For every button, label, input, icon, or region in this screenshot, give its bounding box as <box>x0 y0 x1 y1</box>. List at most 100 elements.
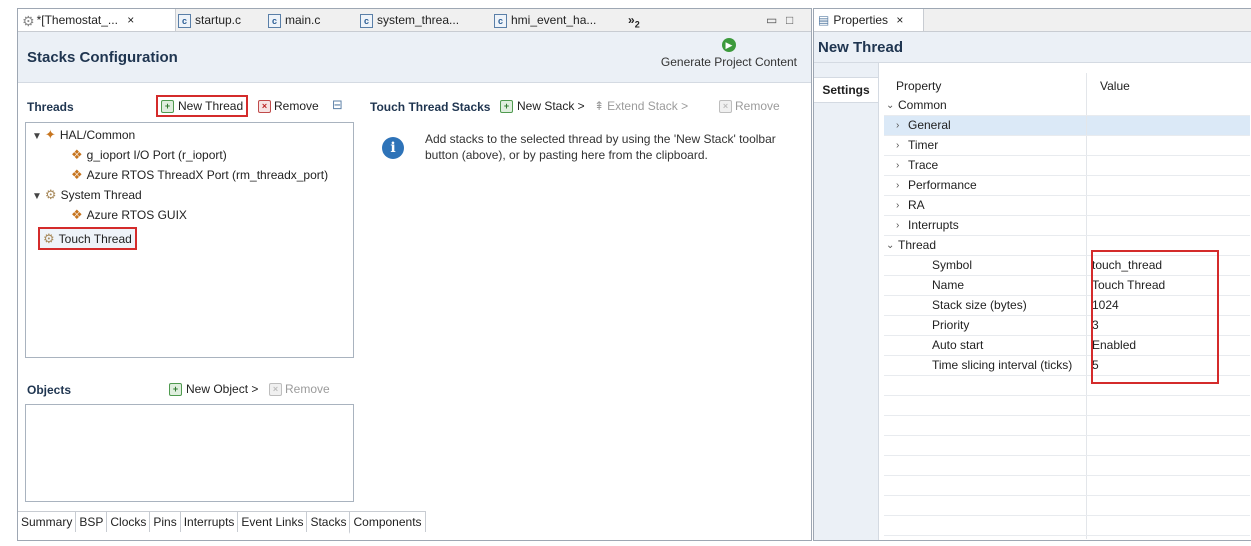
chevron-right-icon[interactable]: › <box>896 216 899 235</box>
cell-divider <box>1086 296 1087 315</box>
empty-property-row <box>884 516 1250 536</box>
property-row[interactable]: ⌄ Common <box>884 96 1250 116</box>
page-title: Stacks Configuration <box>27 49 178 66</box>
tab-overflow-button[interactable]: »2 <box>624 9 640 31</box>
properties-header: New Thread <box>814 32 1251 63</box>
tab-components[interactable]: Components <box>350 512 426 532</box>
chevron-right-icon[interactable]: › <box>896 176 899 195</box>
chevron-down-icon: ▼ <box>32 131 42 142</box>
cell-divider <box>1086 316 1087 335</box>
tab-event-links[interactable]: Event Links <box>238 512 308 532</box>
add-icon: + <box>161 100 174 114</box>
tab-themostat-configuration[interactable]: ⚙ *[Themostat_... × <box>18 9 176 31</box>
new-thread-button[interactable]: + New Thread <box>156 95 249 118</box>
tree-item-g-ioport[interactable]: ❖ g_ioport I/O Port (r_ioport) <box>71 145 227 164</box>
c-file-icon: c <box>178 13 191 28</box>
chevron-right-icon[interactable]: › <box>896 156 899 175</box>
remove-object-button[interactable]: × Remove <box>269 382 330 397</box>
new-stack-button[interactable]: + New Stack > <box>500 99 585 114</box>
info-icon: i <box>382 137 404 159</box>
tab-label: system_threa... <box>377 13 460 27</box>
property-row[interactable]: › RA <box>884 196 1250 216</box>
tab-label: hmi_event_ha... <box>511 13 597 27</box>
property-name: Time slicing interval (ticks) <box>932 358 1073 372</box>
collapse-all-button[interactable]: ⊟ <box>332 97 343 113</box>
tree-item-threadx-port[interactable]: ❖ Azure RTOS ThreadX Port (rm_threadx_por… <box>71 165 328 184</box>
remove-icon: × <box>719 100 732 114</box>
cell-divider <box>1086 136 1087 155</box>
hal-component-icon: ✦ <box>44 127 56 142</box>
editor-tab-bar: ⚙ *[Themostat_... × c startup.c c main.c cs… <box>18 9 811 32</box>
add-icon: + <box>500 100 513 114</box>
tab-hmi-event-handler[interactable]: c hmi_event_ha... <box>490 9 596 31</box>
remove-stack-button[interactable]: × Remove <box>719 99 780 114</box>
tab-settings[interactable]: Settings <box>814 77 878 103</box>
tab-label: Properties <box>833 13 889 27</box>
remove-icon: × <box>269 383 282 397</box>
tree-item-system-thread[interactable]: ▼ ⚙ System Thread <box>32 185 142 204</box>
properties-side-tabs: Settings <box>814 63 879 540</box>
cell-divider <box>1086 196 1087 215</box>
chevron-right-icon[interactable]: › <box>896 196 899 215</box>
remove-label: Remove <box>285 382 330 396</box>
tree-item-azure-rtos-guix[interactable]: ❖ Azure RTOS GUIX <box>71 205 187 224</box>
tab-startup-c[interactable]: c startup.c <box>174 9 241 31</box>
property-row[interactable]: › Trace <box>884 156 1250 176</box>
property-name: Trace <box>908 158 939 172</box>
empty-property-row <box>884 456 1250 476</box>
minimize-button[interactable]: ▭ <box>762 9 777 31</box>
column-header-property[interactable]: Property <box>896 79 941 93</box>
close-icon[interactable]: × <box>896 13 903 27</box>
property-row[interactable]: › Interrupts <box>884 216 1250 236</box>
property-row[interactable]: › Timer <box>884 136 1250 156</box>
properties-tab-bar: ▤ Properties × <box>814 9 1251 32</box>
property-row[interactable]: › Performance <box>884 176 1250 196</box>
remove-label: Remove <box>735 99 780 113</box>
cell-divider <box>1086 176 1087 195</box>
new-object-button[interactable]: + New Object > <box>169 382 258 397</box>
empty-property-row <box>884 396 1250 416</box>
property-name: Performance <box>908 178 977 192</box>
chevron-down-icon[interactable]: ⌄ <box>886 236 894 255</box>
property-row[interactable]: › General <box>884 116 1250 136</box>
maximize-icon: □ <box>786 13 794 27</box>
tab-stacks[interactable]: Stacks <box>307 512 351 534</box>
chevron-right-icon[interactable]: › <box>896 136 899 155</box>
overflow-count: 2 <box>634 19 640 30</box>
stacks-info-text: Add stacks to the selected thread by usi… <box>425 132 776 162</box>
tab-label: main.c <box>285 13 321 27</box>
cell-divider <box>1086 276 1087 295</box>
module-icon: ❖ <box>71 207 83 222</box>
new-thread-label: New Thread <box>178 99 244 113</box>
tab-bsp[interactable]: BSP <box>76 512 108 532</box>
remove-thread-button[interactable]: × Remove <box>258 99 319 114</box>
column-header-value[interactable]: Value <box>1100 79 1130 93</box>
threads-tree: ▼ ✦ HAL/Common ❖ g_ioport I/O Port (r_iopor… <box>25 122 354 358</box>
new-stack-label: New Stack > <box>517 99 585 113</box>
c-file-icon: c <box>268 13 281 28</box>
chevron-down-icon[interactable]: ⌄ <box>886 96 894 115</box>
tab-summary[interactable]: Summary <box>18 512 77 532</box>
threads-title: Threads <box>27 100 74 114</box>
close-icon[interactable]: × <box>127 13 134 27</box>
extend-stack-button[interactable]: ⇞ Extend Stack > <box>594 99 688 113</box>
bottom-tab-bar: Summary BSP Clocks Pins Interrupts Event Link… <box>18 511 426 534</box>
tab-main-c[interactable]: c main.c <box>264 9 320 31</box>
tree-item-hal-common[interactable]: ▼ ✦ HAL/Common <box>32 125 135 144</box>
maximize-button[interactable]: □ <box>782 9 793 31</box>
tree-item-label: Touch Thread <box>58 232 132 246</box>
properties-title: New Thread <box>818 39 904 56</box>
tab-system-thread[interactable]: c system_threa... <box>356 9 459 31</box>
generate-project-content-button[interactable]: ▶ Generate Project Content <box>661 38 797 69</box>
property-name: Stack size (bytes) <box>932 298 1027 312</box>
empty-property-row <box>884 496 1250 516</box>
tab-properties[interactable]: ▤ Properties × <box>814 9 924 31</box>
tab-pins[interactable]: Pins <box>150 512 181 532</box>
chevron-right-icon[interactable]: › <box>896 116 899 135</box>
tab-clocks[interactable]: Clocks <box>107 512 151 532</box>
tree-item-touch-thread[interactable]: ⚙ Touch Thread <box>38 227 137 250</box>
properties-icon: ▤ <box>818 13 830 27</box>
tab-interrupts[interactable]: Interrupts <box>181 512 239 532</box>
minimize-icon: ▭ <box>766 13 778 27</box>
tab-label: *[Themostat_... <box>36 13 118 27</box>
